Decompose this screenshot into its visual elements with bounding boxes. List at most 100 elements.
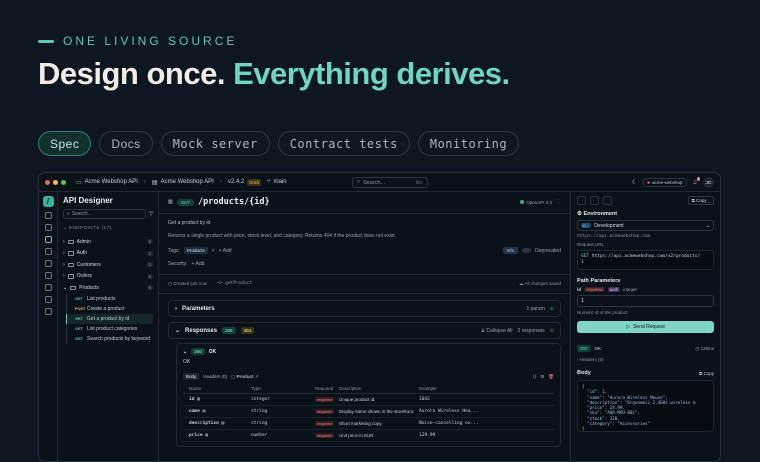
folder-admin[interactable]: › Admin 3 — [63, 236, 153, 248]
table-row[interactable]: id ▤ integer required Unique product id.… — [183, 393, 554, 406]
filter-icon[interactable]: ▽ — [149, 211, 153, 217]
endpoint-search-products[interactable]: GET Search products by keyword — [66, 333, 153, 344]
docs-icon[interactable] — [44, 248, 52, 255]
copy-body-button[interactable]: ⧉ Copy — [699, 371, 714, 376]
endpoints-section[interactable]: ⌄ ENDPOINTS (17) — [63, 225, 153, 231]
activity-icon[interactable] — [44, 296, 52, 303]
grid-icon[interactable] — [44, 224, 52, 231]
folder-customers[interactable]: › Customers 2 — [63, 259, 153, 271]
hero-eyebrow: ONE LIVING SOURCE — [38, 34, 237, 48]
endpoint-create-product[interactable]: POST Create a product — [66, 303, 153, 314]
required-badge: required — [315, 397, 334, 402]
global-search[interactable]: ⌕ Search... ⌘K — [352, 177, 428, 188]
endpoint-list-products[interactable]: GET List products — [66, 293, 153, 304]
divider — [159, 293, 570, 294]
headers-toggle[interactable]: › Headers (6) — [577, 357, 714, 362]
home-icon[interactable] — [44, 212, 52, 219]
docs-icon[interactable] — [603, 196, 612, 205]
tag-products[interactable]: Products — [183, 247, 208, 254]
method-selector[interactable]: GET — [176, 198, 194, 206]
spec-icon[interactable] — [44, 236, 52, 243]
endpoint-description[interactable]: Returns a single product with price, sto… — [168, 233, 561, 239]
version-selector[interactable]: v2.4.2 Draft — [228, 178, 261, 186]
drag-icon[interactable]: ▤ — [197, 397, 200, 402]
tab-contract-tests[interactable]: Contract tests — [277, 131, 410, 156]
folder-auth[interactable]: › Auth 2 — [63, 248, 153, 260]
response-description[interactable]: OK — [183, 359, 554, 365]
parameters-section[interactable]: › Parameters 1 param ⊙ — [168, 300, 561, 317]
gear-icon[interactable]: ⚙ — [540, 374, 544, 380]
subtab-headers[interactable]: Headers (0) — [203, 374, 227, 379]
info-button[interactable]: Info — [502, 247, 519, 254]
copy-dropdown[interactable]: ⧉ Copy ⌄ — [687, 196, 714, 205]
shield-icon[interactable] — [44, 284, 52, 291]
book-icon[interactable] — [44, 308, 52, 315]
tab-spec[interactable]: Spec — [38, 131, 92, 156]
method-badge: GET — [75, 296, 83, 301]
response-header[interactable]: ⌄ 200 OK — [183, 348, 554, 355]
panel-toggle-icon[interactable]: ▥ — [168, 199, 173, 205]
folder-products[interactable]: ⌄ Products 5 — [63, 282, 153, 294]
endpoint-path[interactable]: /products/{id} — [198, 197, 270, 207]
folder-count: 3 — [146, 239, 153, 245]
remove-tag-icon[interactable]: × — [212, 248, 215, 254]
tab-mock-server[interactable]: Mock server — [160, 131, 270, 156]
tab-monitoring[interactable]: Monitoring — [417, 131, 520, 156]
param-input[interactable]: 1 — [577, 295, 714, 307]
project-switcher[interactable]: ▤ Acme Webshop API — [152, 179, 214, 186]
server-icon[interactable] — [44, 272, 52, 279]
subtab-body[interactable]: Body — [183, 373, 200, 380]
endpoint-summary[interactable]: Get a product by id — [168, 220, 561, 226]
more-icon[interactable]: ⋮ — [556, 199, 561, 205]
flask-icon[interactable] — [44, 260, 52, 267]
table-row[interactable]: price ▤ number required Unit price in EU… — [183, 429, 554, 442]
folder-orders[interactable]: › Orders 4 — [63, 271, 153, 283]
play-icon[interactable] — [590, 196, 599, 205]
table-row[interactable]: description ▤ string required Short mark… — [183, 417, 554, 430]
path-row: ▥ GET /products/{id} OpenAPI 3.0 ⋮ — [168, 197, 561, 207]
collapse-all-button[interactable]: ⇊ Collapse All — [481, 328, 513, 334]
code-icon[interactable]: ⟨⟩ — [533, 374, 537, 380]
deprecated-toggle[interactable] — [522, 248, 532, 253]
trash-icon[interactable]: 🗑 — [548, 374, 554, 380]
responses-title: Responses — [185, 327, 218, 334]
drag-icon[interactable]: ▤ — [222, 421, 225, 426]
folder-label: Orders — [76, 273, 92, 280]
environment-select[interactable]: D... Development ⌄ — [577, 220, 714, 231]
drag-icon[interactable]: ▤ — [203, 409, 206, 414]
endpoint-get-product[interactable]: GET Get a product by id — [66, 313, 153, 324]
request-url[interactable]: GET https://api.acmewebshop.com/v2/produ… — [577, 250, 714, 270]
window-controls — [45, 179, 66, 185]
request-url-tail: 1 — [581, 260, 584, 265]
send-request-button[interactable]: ▷ Send Request — [577, 321, 714, 333]
minimize-dot[interactable] — [53, 179, 58, 185]
top-bar: ▭ Acme Webshop API › ▤ Acme Webshop API … — [39, 173, 720, 192]
response-time-value: 128ms — [700, 345, 714, 351]
request-url-text: https://api.acmewebshop.com/v2/products/ — [591, 254, 701, 259]
copy-body-label: Copy — [703, 370, 714, 376]
endpoint-list-categories[interactable]: GET List product categories — [66, 323, 153, 334]
operation-id[interactable]: <> getProduct — [217, 281, 252, 287]
json-line: } — [582, 426, 585, 432]
schema-ref[interactable]: ▢ Product ↗ — [231, 374, 259, 380]
add-tag-button[interactable]: + Add — [219, 248, 232, 254]
avatar[interactable]: JG — [703, 177, 714, 188]
drag-icon[interactable]: ▤ — [205, 433, 208, 438]
theme-toggle-icon[interactable]: ☾ — [632, 179, 637, 186]
split-view-icon[interactable] — [577, 196, 586, 205]
add-security-button[interactable]: + Add — [191, 261, 204, 267]
branch-selector[interactable]: ⑂ main — [267, 179, 287, 185]
close-dot[interactable] — [45, 179, 50, 185]
org-switcher[interactable]: ■ acme-webshop — [643, 178, 687, 187]
logo-icon[interactable]: / — [42, 196, 54, 207]
responses-section[interactable]: ⌄ Responses 200 404 ⇊ Collapse All 2 resp… — [168, 322, 561, 339]
branch-icon: ⑂ — [266, 179, 271, 185]
sidebar-search-input[interactable]: ⌕ Search... — [63, 209, 147, 219]
tab-docs[interactable]: Docs — [99, 131, 153, 156]
json-line: "stock": 320, — [582, 415, 620, 421]
table-row[interactable]: name ▤ string required Display name show… — [183, 405, 554, 418]
maximize-dot[interactable] — [61, 179, 66, 185]
bell-icon[interactable]: ♫ 3 — [693, 176, 701, 186]
workspace-switcher[interactable]: ▭ Acme Webshop API — [76, 179, 138, 186]
response-body: { "id": 1, "name": "Aurora Wireless Mous… — [577, 380, 714, 432]
